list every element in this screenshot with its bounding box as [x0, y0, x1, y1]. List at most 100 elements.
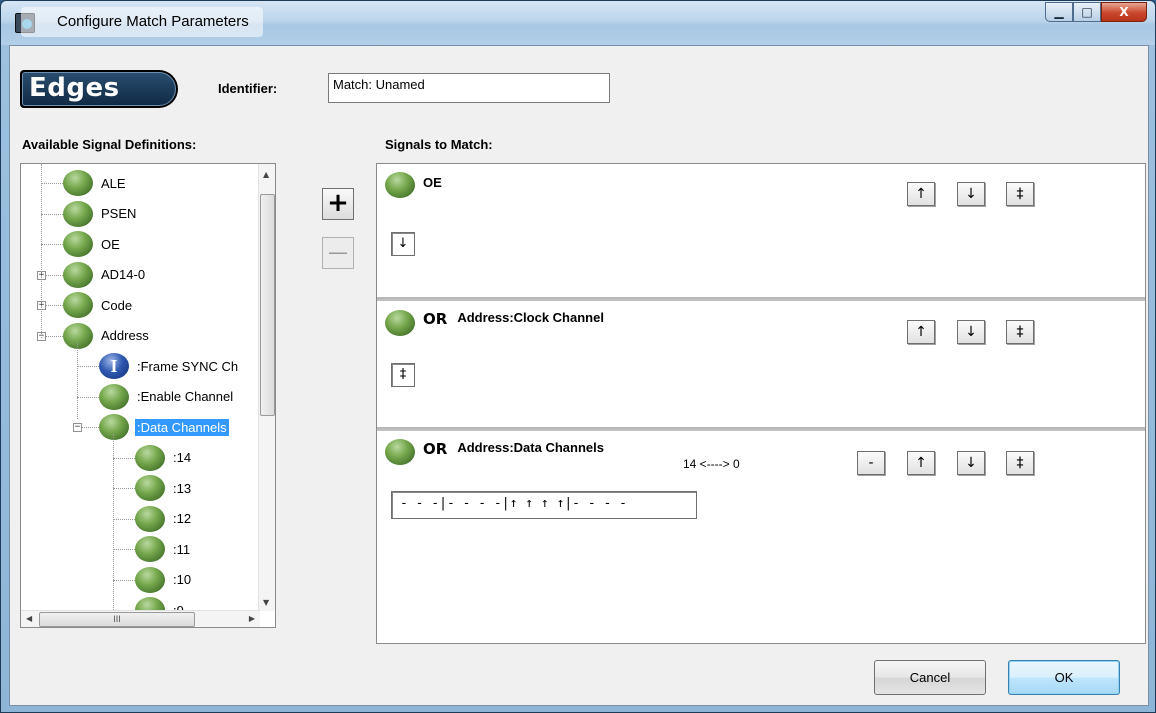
tree-item[interactable]: Code [63, 290, 134, 320]
match-block-clock-channel[interactable]: OR Address:Clock Channel ↑ ↓ ‡ ‡ [377, 301, 1145, 429]
rising-edge-button[interactable]: ↑ [907, 182, 935, 206]
scroll-up-icon[interactable]: ▲ [263, 170, 269, 179]
signals-to-match-panel: OE ↑ ↓ ‡ ↓ OR Address:Clock Channel ↑ ↓ … [376, 163, 1146, 644]
minimize-button[interactable]: ▁ [1045, 2, 1073, 22]
tree-item-label: :11 [173, 541, 191, 557]
falling-edge-button[interactable]: ↓ [957, 182, 985, 206]
tree-item-label: OE [101, 236, 120, 252]
tree-connector [113, 579, 135, 581]
available-signals-heading: Available Signal Definitions: [22, 137, 197, 152]
info-ball-icon: I [99, 353, 129, 379]
ok-button[interactable]: OK [1008, 660, 1120, 695]
tree-connector [77, 396, 99, 398]
cancel-button[interactable]: Cancel [874, 660, 986, 695]
tree-connector [77, 343, 78, 419]
add-signal-button[interactable]: + [322, 188, 354, 220]
green-ball-icon [63, 170, 93, 196]
match-signal-name: Address:Clock Channel [457, 310, 604, 325]
signal-tree[interactable]: ALE PSEN OE AD14-0 + Code + Address − I:Frame SYN… [20, 163, 276, 628]
rising-edge-button[interactable]: ↑ [907, 451, 935, 475]
tree-item[interactable]: :Data Channels [99, 412, 229, 442]
scroll-down-icon[interactable]: ▼ [263, 598, 269, 607]
scroll-right-icon[interactable]: ▶ [249, 614, 255, 623]
tree-connector [41, 164, 42, 338]
tree-item[interactable]: PSEN [63, 199, 138, 229]
tree-connector [113, 488, 135, 489]
tree-item-label: :Data Channels [135, 418, 229, 436]
any-edge-button[interactable]: ‡ [1006, 451, 1034, 475]
green-ball-icon [135, 536, 165, 562]
identifier-input[interactable]: Match: Unamed [328, 73, 610, 103]
tree-item-label: PSEN [101, 206, 137, 221]
tree-connector [113, 434, 114, 614]
dialog-client-area: Edges Identifier: Match: Unamed Availabl… [9, 45, 1149, 706]
dont-care-button[interactable]: - [857, 451, 885, 475]
match-block-oe[interactable]: OE ↑ ↓ ‡ ↓ [377, 164, 1145, 299]
tree-horizontal-scrollbar[interactable]: ◀ III ▶ [21, 610, 260, 627]
tree-vertical-scrollbar[interactable]: ▲ ▼ [258, 164, 275, 611]
green-ball-icon [63, 200, 93, 227]
signals-to-match-heading: Signals to Match: [385, 137, 493, 152]
tree-item-label: AD14-0 [101, 267, 146, 282]
tree-connector [113, 457, 135, 459]
match-title: OE [423, 175, 442, 190]
tree-item-label: :Frame SYNC Ch [137, 358, 239, 374]
edges-logo: Edges [20, 70, 178, 108]
tree-item[interactable]: :14 [135, 443, 193, 473]
match-block-data-channels[interactable]: OR Address:Data Channels 14 <----> 0 - ↑… [377, 431, 1145, 643]
green-ball-icon [63, 261, 93, 288]
window-title: Configure Match Parameters [21, 7, 263, 37]
tree-item[interactable]: :11 [135, 534, 192, 564]
close-button[interactable]: X [1101, 2, 1147, 22]
remove-signal-button[interactable]: — [322, 237, 354, 269]
dialog-window: Configure Match Parameters ▁ □ X Edges I… [0, 0, 1156, 713]
tree-item-label: ALE [101, 175, 126, 191]
green-ball-icon [99, 383, 129, 410]
match-signal-name: OE [423, 175, 442, 190]
tree-item-label: Address [101, 328, 149, 343]
title-bar[interactable]: Configure Match Parameters ▁ □ X [1, 1, 1155, 45]
tree-item[interactable]: AD14-0 [63, 260, 147, 290]
maximize-button[interactable]: □ [1073, 2, 1101, 22]
any-edge-button[interactable]: ‡ [1006, 320, 1034, 344]
tree-item-label: :12 [173, 511, 192, 526]
falling-edge-button[interactable]: ↓ [957, 451, 985, 475]
green-ball-icon [135, 505, 165, 532]
collapse-icon[interactable]: − [73, 423, 82, 432]
match-signal-name: Address:Data Channels [457, 440, 604, 455]
tree-item-label: :13 [173, 480, 192, 496]
tree-item-label: :14 [173, 450, 192, 465]
rising-edge-button[interactable]: ↑ [907, 320, 935, 344]
scroll-thumb[interactable]: III [39, 612, 195, 627]
match-title: OR Address:Clock Channel [423, 310, 604, 328]
edge-state-box[interactable]: ‡ [391, 363, 415, 387]
scroll-left-icon[interactable]: ◀ [26, 614, 32, 623]
tree-connector [113, 549, 135, 550]
signal-ball-icon [385, 439, 415, 465]
green-ball-icon [135, 444, 165, 471]
bit-pattern-field[interactable]: - - -|- - - -|↑ ↑ ↑ ↑|- - - - [391, 491, 697, 519]
tree-item[interactable]: :10 [135, 565, 193, 595]
tree-connector [41, 183, 63, 184]
scroll-thumb[interactable] [260, 194, 275, 416]
tree-item-label: :Enable Channel [137, 389, 234, 404]
signal-ball-icon [385, 172, 415, 198]
falling-edge-button[interactable]: ↓ [957, 320, 985, 344]
edges-logo-text: Edges [22, 72, 176, 106]
or-label: OR [423, 310, 448, 328]
or-label: OR [423, 440, 448, 458]
any-edge-button[interactable]: ‡ [1006, 182, 1034, 206]
identifier-label: Identifier: [218, 81, 278, 96]
green-ball-icon [135, 475, 165, 501]
tree-item[interactable]: ALE [63, 168, 128, 198]
tree-item[interactable]: :Enable Channel [99, 382, 235, 412]
tree-item[interactable]: OE [63, 229, 122, 259]
tree-item[interactable]: I :Frame SYNC Ch [99, 351, 240, 381]
tree-item[interactable]: :13 [135, 473, 193, 503]
tree-item[interactable]: :12 [135, 504, 193, 534]
tree-connector [113, 518, 135, 520]
green-ball-icon [63, 322, 93, 349]
window-controls: ▁ □ X [1045, 2, 1147, 22]
edge-state-box[interactable]: ↓ [391, 232, 415, 256]
signal-ball-icon [385, 310, 415, 336]
